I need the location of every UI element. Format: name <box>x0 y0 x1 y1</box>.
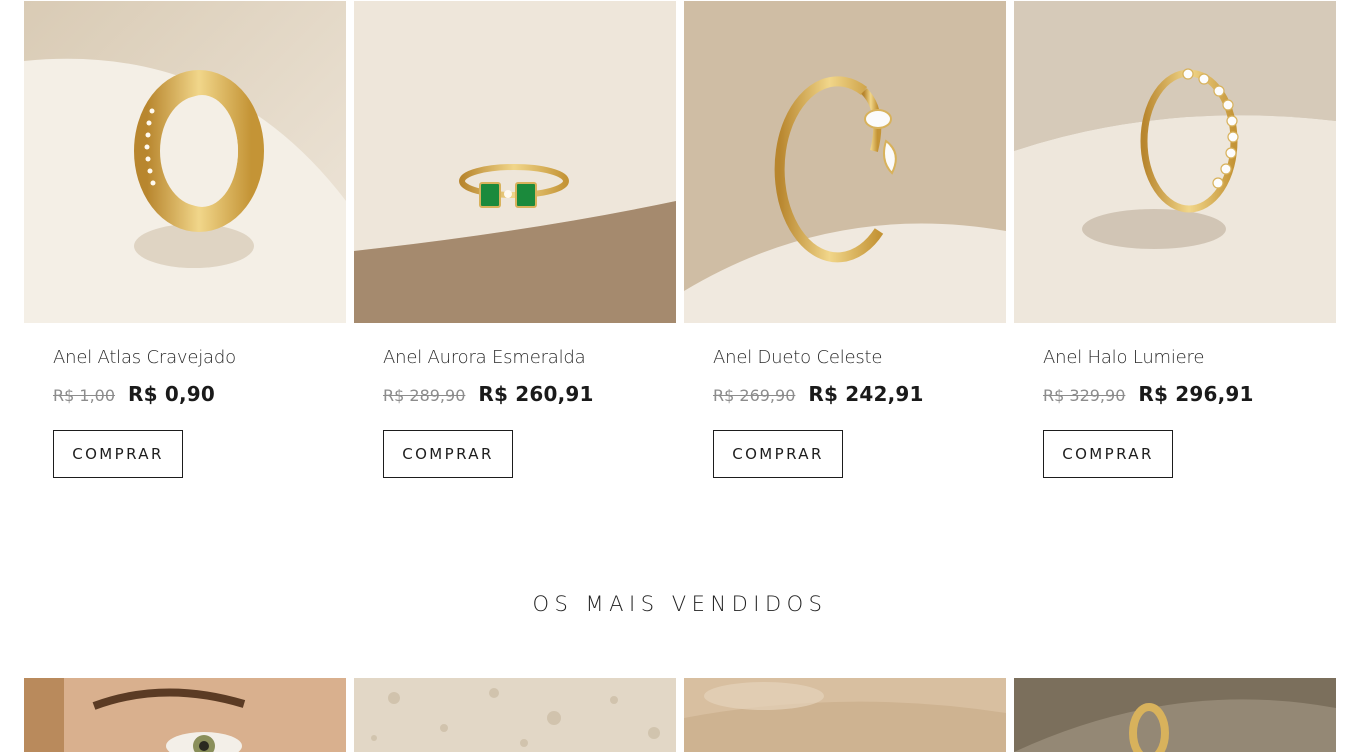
product-info: Anel Aurora Esmeralda R$ 289,90 R$ 260,9… <box>354 346 676 478</box>
product-info: Anel Atlas Cravejado R$ 1,00 R$ 0,90 COM… <box>24 346 346 478</box>
eternity-ring-icon <box>1014 1 1336 323</box>
product-grid: Anel Atlas Cravejado R$ 1,00 R$ 0,90 COM… <box>24 1 1336 478</box>
product-image[interactable] <box>684 678 1006 752</box>
product-image[interactable] <box>24 1 346 323</box>
product-card[interactable] <box>1014 678 1336 752</box>
buy-button[interactable]: COMPRAR <box>1043 430 1173 478</box>
product-image[interactable] <box>354 678 676 752</box>
product-image[interactable] <box>684 1 1006 323</box>
emerald-ring-icon <box>354 1 676 323</box>
best-sellers-grid <box>24 678 1336 752</box>
product-name[interactable]: Anel Halo Lumiere <box>1043 346 1336 370</box>
product-card[interactable]: Anel Halo Lumiere R$ 329,90 R$ 296,91 CO… <box>1014 1 1336 478</box>
old-price: R$ 289,90 <box>383 386 466 405</box>
product-card[interactable]: Anel Atlas Cravejado R$ 1,00 R$ 0,90 COM… <box>24 1 346 478</box>
product-card[interactable] <box>24 678 346 752</box>
product-image[interactable] <box>354 1 676 323</box>
product-name[interactable]: Anel Aurora Esmeralda <box>383 346 676 370</box>
product-image[interactable] <box>24 678 346 752</box>
stone-texture-image-icon <box>354 678 676 752</box>
sale-price: R$ 0,90 <box>128 382 216 406</box>
buy-button[interactable]: COMPRAR <box>713 430 843 478</box>
product-card[interactable]: Anel Aurora Esmeralda R$ 289,90 R$ 260,9… <box>354 1 676 478</box>
product-info: Anel Halo Lumiere R$ 329,90 R$ 296,91 CO… <box>1014 346 1336 478</box>
gold-jewel-image-icon <box>1014 678 1336 752</box>
old-price: R$ 329,90 <box>1043 386 1126 405</box>
product-image[interactable] <box>1014 1 1336 323</box>
gold-ring-band-icon <box>24 1 346 323</box>
sand-image-icon <box>684 678 1006 752</box>
sale-price: R$ 260,91 <box>478 382 594 406</box>
product-info: Anel Dueto Celeste R$ 269,90 R$ 242,91 C… <box>684 346 1006 478</box>
product-image[interactable] <box>1014 678 1336 752</box>
sale-price: R$ 242,91 <box>808 382 924 406</box>
old-price: R$ 269,90 <box>713 386 796 405</box>
product-prices: R$ 269,90 R$ 242,91 <box>713 382 1006 410</box>
product-prices: R$ 329,90 R$ 296,91 <box>1043 382 1336 410</box>
product-card[interactable] <box>354 678 676 752</box>
model-face-image-icon <box>24 678 346 752</box>
buy-button[interactable]: COMPRAR <box>383 430 513 478</box>
product-card[interactable]: Anel Dueto Celeste R$ 269,90 R$ 242,91 C… <box>684 1 1006 478</box>
product-card[interactable] <box>684 678 1006 752</box>
product-prices: R$ 1,00 R$ 0,90 <box>53 382 346 410</box>
old-price: R$ 1,00 <box>53 386 116 405</box>
product-name[interactable]: Anel Atlas Cravejado <box>53 346 346 370</box>
buy-button[interactable]: COMPRAR <box>53 430 183 478</box>
best-sellers-heading: OS MAIS VENDIDOS <box>532 592 828 616</box>
product-name[interactable]: Anel Dueto Celeste <box>713 346 1006 370</box>
open-ring-diamonds-icon <box>684 1 1006 323</box>
sale-price: R$ 296,91 <box>1138 382 1254 406</box>
product-prices: R$ 289,90 R$ 260,91 <box>383 382 676 410</box>
